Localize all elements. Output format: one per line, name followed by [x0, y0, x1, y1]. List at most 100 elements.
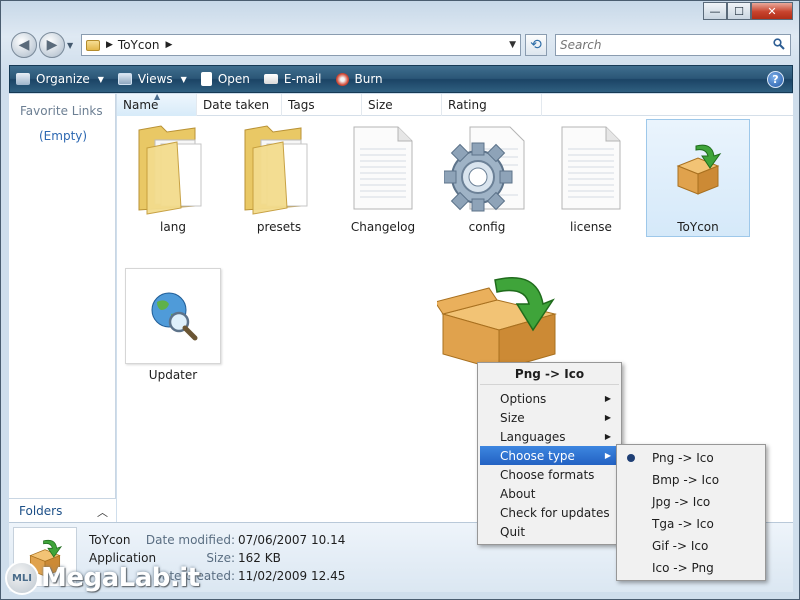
address-bar[interactable]: ▶ ToYcon ▶ ▼ [81, 34, 521, 56]
date-modified-label: Date modified: [145, 533, 235, 547]
menu-item-choose-formats[interactable]: Choose formats [480, 465, 619, 484]
menu-item-about[interactable]: About [480, 484, 619, 503]
chevron-up-icon[interactable]: ︿ [97, 504, 108, 520]
list-item[interactable]: lang [123, 120, 223, 240]
address-dropdown-icon[interactable]: ▼ [509, 40, 516, 50]
organize-label: Organize [36, 72, 90, 86]
column-label: Date taken [203, 98, 270, 112]
maximize-button[interactable]: ☐ [727, 2, 751, 20]
refresh-button[interactable]: ⟲ [525, 34, 547, 56]
column-header-rating[interactable]: Rating [442, 94, 542, 116]
recent-pages-dropdown[interactable]: ▼ [67, 41, 73, 50]
sort-ascending-icon: ▲ [154, 92, 161, 101]
views-button[interactable]: Views ▼ [117, 72, 187, 86]
search-icon[interactable] [773, 38, 785, 50]
menu-item-label: Languages [500, 429, 566, 444]
menu-item-label: Options [500, 391, 547, 406]
submenu-item-png-ico[interactable]: Png -> Ico [619, 447, 763, 469]
breadcrumb-toycon[interactable]: ToYcon [118, 38, 160, 52]
column-label: Tags [288, 98, 315, 112]
globe-magnifier-icon [125, 268, 221, 364]
breadcrumb-arrow-icon[interactable]: ▶ [106, 40, 113, 50]
menu-item-size[interactable]: Size ▶ [480, 408, 619, 427]
back-arrow-icon: ◀ [18, 37, 30, 53]
date-modified-value: 07/06/2007 10.14 [238, 533, 346, 547]
submenu-item-bmp-ico[interactable]: Bmp -> Ico [619, 469, 763, 491]
submenu-item-label: Bmp -> Ico [652, 473, 720, 487]
organize-icon [16, 73, 30, 85]
submenu-item-label: Gif -> Ico [652, 539, 709, 553]
column-header-tags[interactable]: Tags [282, 94, 362, 116]
submenu-item-tga-ico[interactable]: Tga -> Ico [619, 513, 763, 535]
submenu-item-jpg-ico[interactable]: Jpg -> Ico [619, 491, 763, 513]
menu-item-label: About [500, 486, 536, 501]
folder-icon [86, 39, 100, 51]
submenu-item-label: Png -> Ico [652, 451, 714, 465]
size-value: 162 KB [238, 551, 281, 565]
toycon-tray-icon[interactable] [434, 274, 567, 374]
favorite-links-heading: Favorite Links [20, 104, 103, 118]
item-label: lang [160, 220, 186, 234]
back-button[interactable]: ◀ [11, 32, 37, 58]
breadcrumb-arrow-icon[interactable]: ▶ [165, 40, 172, 50]
date-created-value: 11/02/2009 12.45 [238, 569, 346, 583]
submenu-item-label: Tga -> Ico [652, 517, 714, 531]
column-header-size[interactable]: Size [362, 94, 442, 116]
email-label: E-mail [283, 72, 322, 86]
organize-button[interactable]: Organize ▼ [16, 72, 104, 86]
column-header-name[interactable]: ▲ Name [117, 92, 197, 116]
help-button[interactable]: ? [767, 71, 784, 88]
open-icon [200, 72, 212, 86]
menu-item-label: Choose type [500, 448, 575, 463]
navigation-pane: Favorite Links (Empty) Folders ︿ [9, 94, 116, 522]
chevron-down-icon: ▼ [97, 74, 104, 84]
submenu-item-ico-png[interactable]: Ico -> Png [619, 557, 763, 579]
menu-item-label: Size [500, 410, 525, 425]
list-item[interactable]: presets [229, 120, 329, 240]
submenu-item-label: Ico -> Png [652, 561, 714, 575]
menu-item-choose-type[interactable]: Choose type ▶ [480, 446, 619, 465]
megalab-logo-icon: MLI [5, 561, 39, 595]
context-menu-title: Png -> Ico [480, 363, 619, 385]
search-input[interactable] [560, 38, 760, 52]
list-item[interactable]: license [541, 120, 641, 240]
submenu-item-gif-ico[interactable]: Gif -> Ico [619, 535, 763, 557]
folder-icon [231, 120, 327, 216]
search-box[interactable] [555, 34, 791, 56]
list-item-selected[interactable]: ToYcon [646, 119, 750, 237]
menu-item-languages[interactable]: Languages ▶ [480, 427, 619, 446]
megalab-watermark: MLI MegaLab.it [5, 561, 200, 595]
box-arrow-icon [650, 120, 746, 216]
column-header-date-taken[interactable]: Date taken [197, 94, 282, 116]
minimize-button[interactable]: — [703, 2, 727, 20]
text-file-icon [335, 120, 431, 216]
command-toolbar: Organize ▼ Views ▼ Open E-mail Burn ? [9, 65, 793, 93]
menu-item-options[interactable]: Options ▶ [480, 389, 619, 408]
explorer-window: — ☐ ✕ ◀ ▶ ▼ ▶ ToYcon ▶ ▼ ⟲ Organize ▼ Vi… [0, 0, 800, 600]
burn-label: Burn [354, 72, 383, 86]
submenu-arrow-icon: ▶ [604, 394, 611, 403]
watermark-text: MegaLab.it [41, 563, 200, 593]
item-label: ToYcon [677, 220, 719, 234]
email-button[interactable]: E-mail [263, 72, 322, 86]
menu-item-quit[interactable]: Quit [480, 522, 619, 541]
submenu-arrow-icon: ▶ [604, 451, 611, 460]
menu-item-check-updates[interactable]: Check for updates [480, 503, 619, 522]
forward-button[interactable]: ▶ [39, 32, 65, 58]
column-label: Size [368, 98, 393, 112]
close-button[interactable]: ✕ [751, 2, 793, 20]
item-label: Changelog [350, 220, 416, 234]
menu-item-label: Check for updates [500, 505, 610, 520]
burn-button[interactable]: Burn [335, 72, 383, 86]
menu-item-label: Quit [500, 524, 526, 539]
list-item[interactable]: config [437, 120, 537, 240]
open-button[interactable]: Open [200, 72, 250, 86]
list-item[interactable]: Updater [123, 268, 223, 388]
folders-toggle[interactable]: Folders ︿ [9, 498, 116, 522]
item-label: Updater [148, 368, 198, 382]
list-item[interactable]: Changelog [333, 120, 433, 240]
views-label: Views [137, 72, 173, 86]
folder-icon [125, 120, 221, 216]
item-label: config [468, 220, 506, 234]
burn-icon [335, 72, 349, 86]
